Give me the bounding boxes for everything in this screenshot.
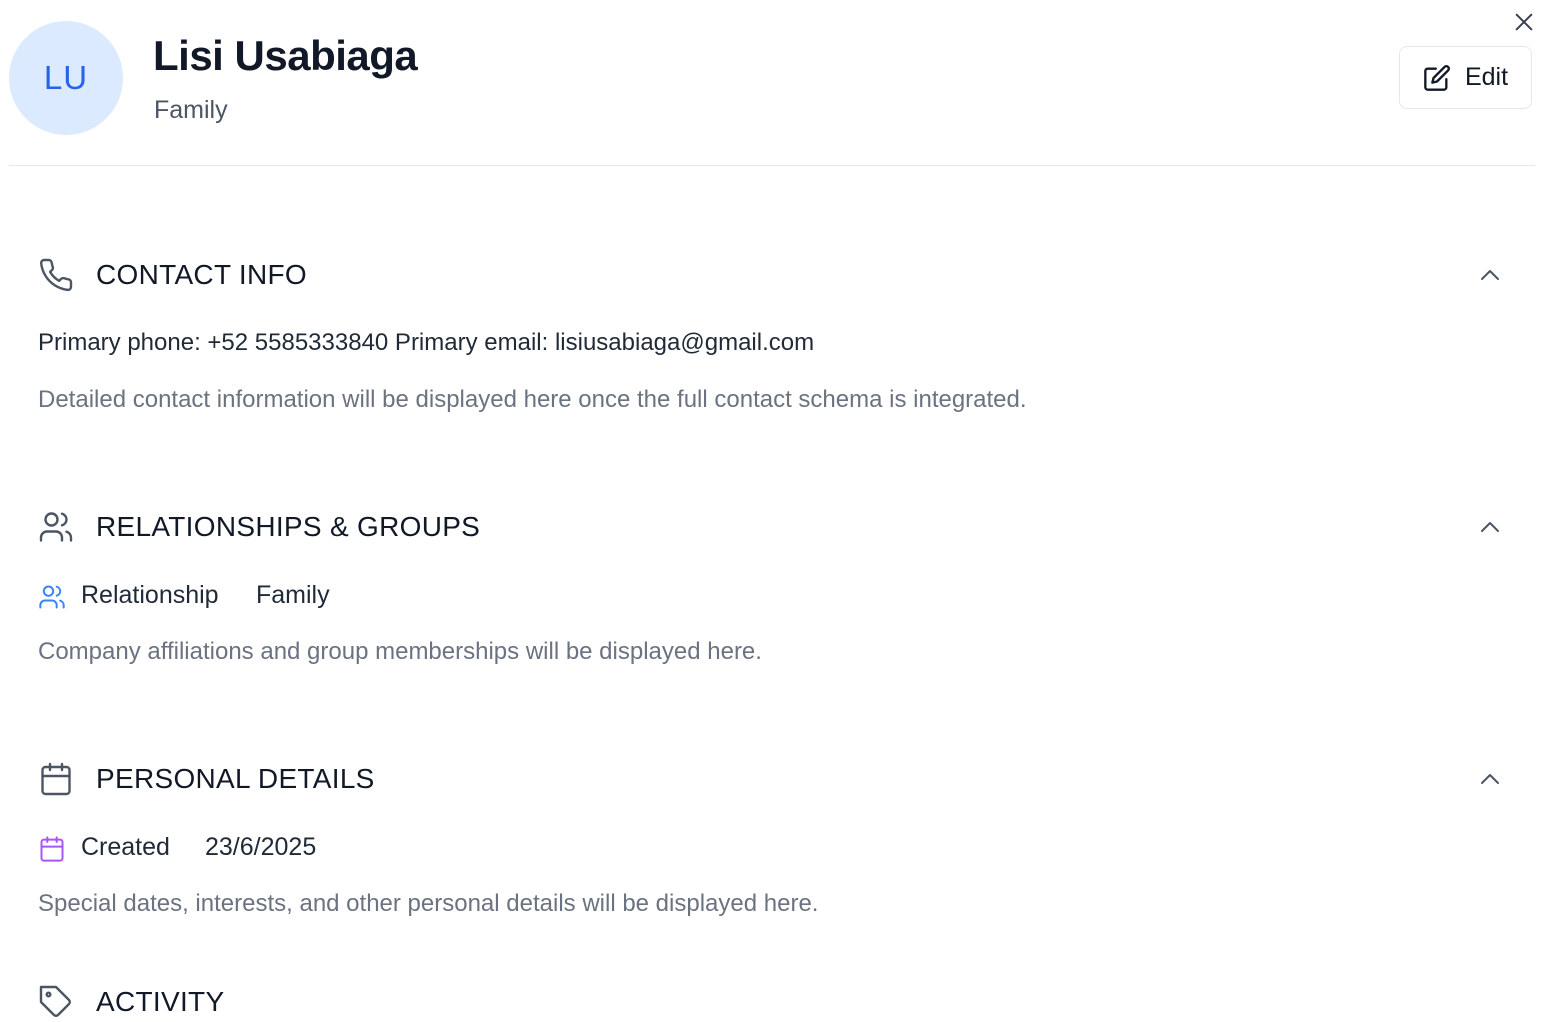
created-label: Created bbox=[81, 833, 170, 861]
edit-icon bbox=[1424, 64, 1450, 91]
section-contact-info-header[interactable]: CONTACT INFO bbox=[38, 253, 1518, 297]
section-relationships-header[interactable]: RELATIONSHIPS & GROUPS bbox=[38, 505, 1518, 549]
contact-name: Lisi Usabiaga bbox=[153, 32, 418, 79]
section-personal-details-header[interactable]: PERSONAL DETAILS bbox=[38, 757, 1518, 801]
relationships-note: Company affiliations and group membershi… bbox=[38, 638, 762, 665]
chevron-up-icon bbox=[1481, 270, 1499, 280]
chevron-up-icon bbox=[1481, 522, 1499, 532]
contact-subtitle: Family bbox=[154, 96, 228, 124]
contact-header: LU Lisi Usabiaga Family Edit bbox=[9, 0, 1535, 166]
tag-icon bbox=[39, 985, 71, 1017]
contact-note: Detailed contact information will be dis… bbox=[38, 386, 1027, 413]
users-icon bbox=[39, 585, 65, 609]
contact-detail-panel: LU Lisi Usabiaga Family Edit CONTACT INF… bbox=[0, 0, 1558, 1022]
phone-icon bbox=[39, 258, 73, 292]
close-button[interactable] bbox=[1510, 8, 1538, 36]
close-icon bbox=[1515, 13, 1533, 31]
avatar: LU bbox=[9, 21, 123, 135]
collapse-relationships-button[interactable] bbox=[1476, 515, 1504, 539]
edit-button-label: Edit bbox=[1464, 63, 1509, 91]
calendar-icon bbox=[41, 762, 71, 796]
section-title: ACTIVITY bbox=[96, 986, 225, 1017]
personal-note: Special dates, interests, and other pers… bbox=[38, 890, 819, 917]
contact-primary-line: Primary phone: +52 5585333840 Primary em… bbox=[38, 329, 815, 356]
collapse-contact-button[interactable] bbox=[1476, 263, 1504, 287]
calendar-icon bbox=[40, 836, 64, 862]
avatar-initials: LU bbox=[43, 59, 89, 96]
users-icon bbox=[39, 512, 73, 542]
relationship-label: Relationship bbox=[81, 581, 219, 609]
created-value: 23/6/2025 bbox=[205, 833, 317, 861]
collapse-personal-button[interactable] bbox=[1476, 767, 1504, 791]
section-title: PERSONAL DETAILS bbox=[96, 763, 375, 794]
section-title: RELATIONSHIPS & GROUPS bbox=[96, 511, 481, 542]
chevron-up-icon bbox=[1481, 774, 1499, 784]
section-activity-header[interactable]: ACTIVITY bbox=[38, 980, 1518, 1022]
relationship-value: Family bbox=[256, 581, 330, 609]
edit-button[interactable]: Edit bbox=[1399, 46, 1532, 109]
section-title: CONTACT INFO bbox=[96, 259, 308, 290]
